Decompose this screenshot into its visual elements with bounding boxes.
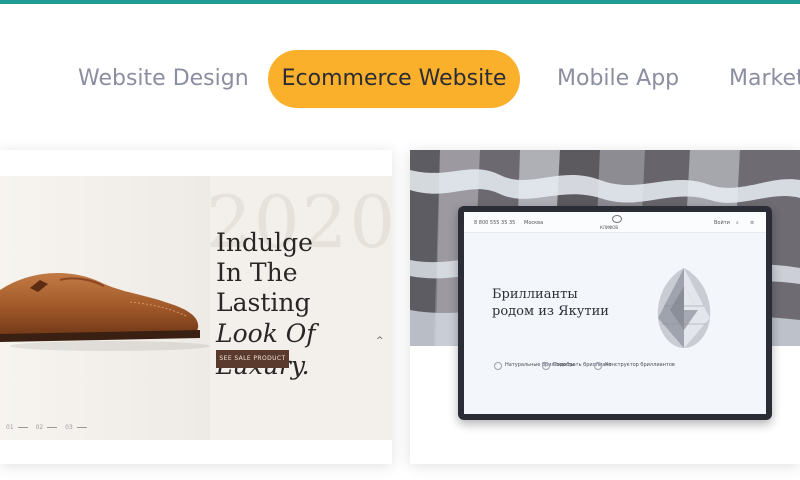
menu-icon[interactable]: ≡ [750,220,754,226]
slide-line [47,427,58,428]
feature-label: Конструктор бриллиантов [605,362,675,368]
search-icon[interactable]: ⌕ [736,220,739,226]
laptop-screen: 8 800 555 35 35 Москва КЛИФОВ Войти ⌕ ≡ … [464,212,766,414]
hero-heading-line-1: Бриллианты [492,287,578,302]
tab-mobile-app[interactable]: Mobile App [557,50,679,108]
feature-list: Натуральные бриллианты Подобрать бриллиа… [494,362,754,384]
portfolio-category-tabs: Website Design Ecommerce Website Mobile … [0,50,800,110]
slide-line [76,427,87,428]
tab-marketing[interactable]: Market [729,50,800,108]
brand-logo-icon[interactable] [612,215,622,223]
slide-line [17,427,28,428]
portfolio-card-diamond-store[interactable]: 8 800 555 35 35 Москва КЛИФОВ Войти ⌕ ≡ … [410,150,800,464]
gem-icon [594,362,602,370]
slide-number[interactable]: 03 [65,424,73,431]
gem-icon [542,362,550,370]
tab-ecommerce-website[interactable]: Ecommerce Website [268,50,520,108]
headline-line-2: In The Lasting [216,258,311,317]
nav-city[interactable]: Москва [524,220,543,226]
nav-login[interactable]: Войти [714,220,730,226]
site-navbar: 8 800 555 35 35 Москва КЛИФОВ Войти ⌕ ≡ [464,212,766,233]
slide-number[interactable]: 02 [36,424,44,431]
shoe-image [0,272,210,351]
laptop-mockup: 8 800 555 35 35 Москва КЛИФОВ Войти ⌕ ≡ … [458,206,772,420]
hero-heading-line-2: родом из Якутии [492,304,609,319]
card-top-strip [0,150,392,176]
hero-heading: Бриллианты родом из Якутии [492,286,609,320]
see-sale-product-button[interactable]: SEE SALE PRODUCT [216,350,289,368]
feature-item[interactable]: Конструктор бриллиантов [594,362,675,370]
header-area [0,4,800,40]
gem-icon [494,362,502,370]
scroll-up-icon[interactable]: ^ [376,336,384,346]
slider-pagination: 01 02 03 [6,424,93,431]
portfolio-card-shoe-store[interactable]: 2020 Indulge In The Lasting Look Of Luxu… [0,150,392,464]
diamond-image [657,268,711,348]
tab-website-design[interactable]: Website Design [78,50,249,108]
nav-brand[interactable]: КЛИФОВ [600,225,618,230]
nav-phone[interactable]: 8 800 555 35 35 [474,220,515,226]
slide-number[interactable]: 01 [6,424,14,431]
portfolio-grid: 2020 Indulge In The Lasting Look Of Luxu… [0,150,800,470]
headline-line-1: Indulge [216,228,313,257]
